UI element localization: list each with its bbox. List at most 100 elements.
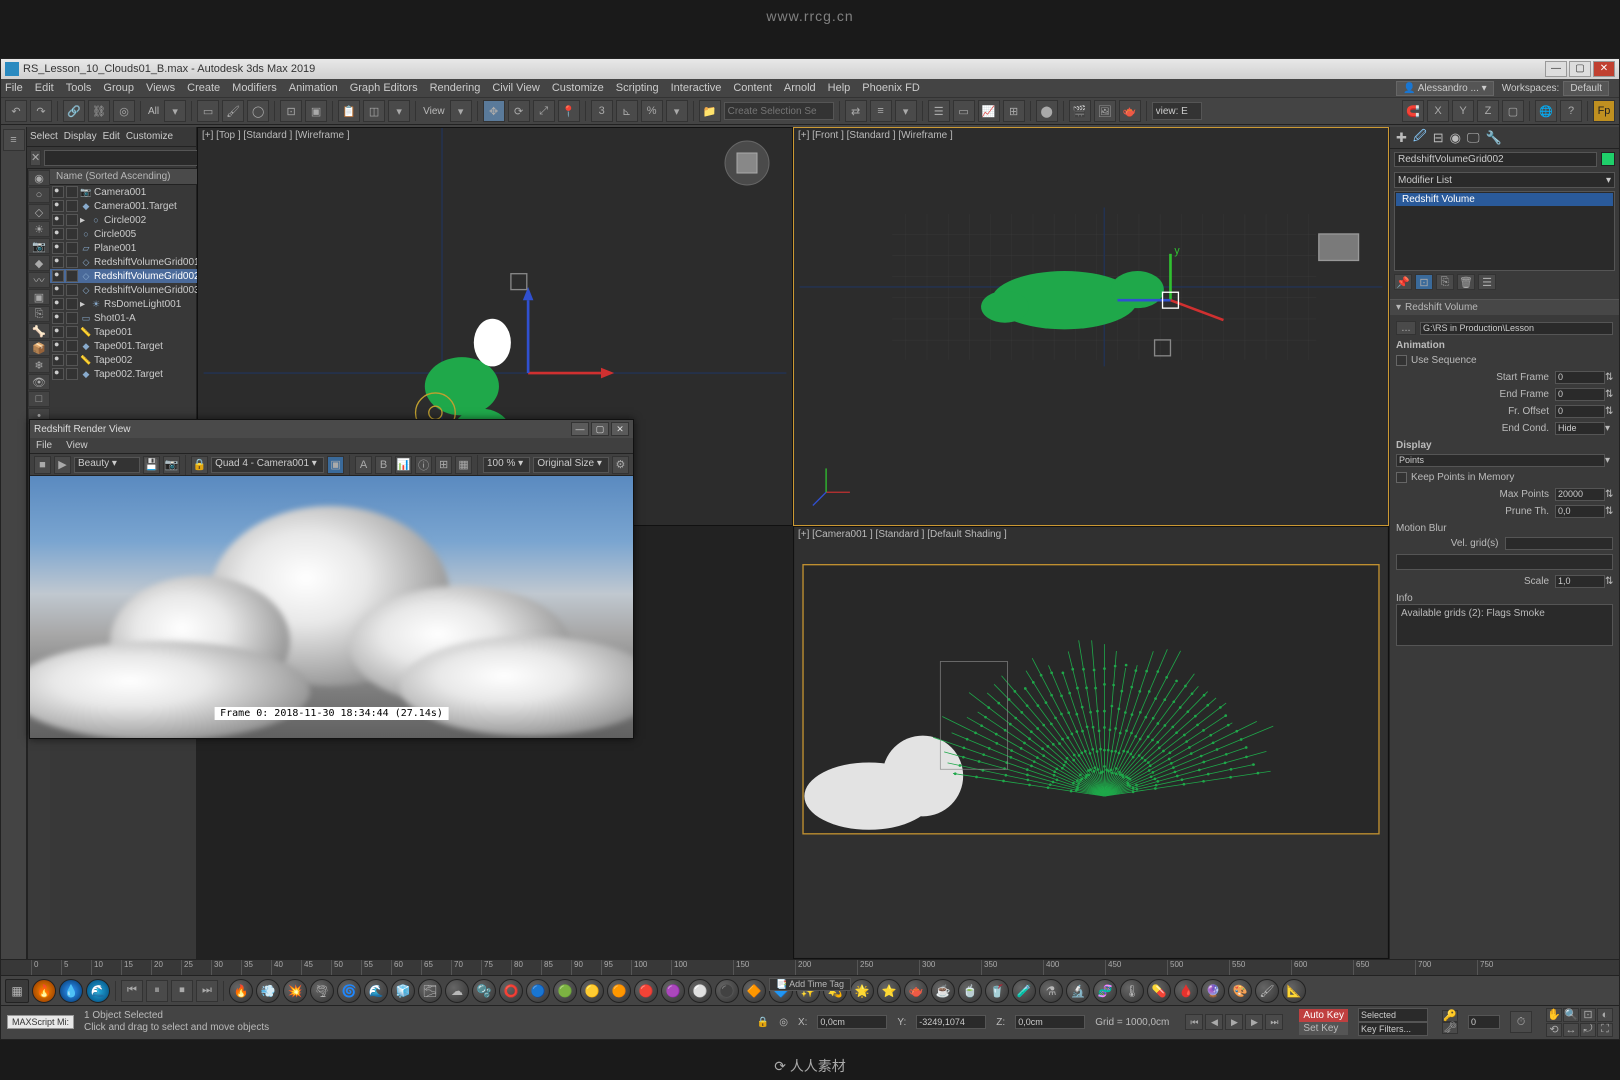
vp-pan-icon[interactable]: ✋ (1546, 1008, 1562, 1022)
rv-b-icon[interactable]: B (375, 456, 392, 474)
key-mode-select[interactable]: Selected (1358, 1008, 1428, 1022)
rollout-header[interactable]: ▾ Redshift Volume (1390, 300, 1619, 315)
shelf-preset-icon[interactable]: 🖌 (1255, 979, 1279, 1003)
menu-scripting[interactable]: Scripting (616, 82, 659, 94)
display-mode-select[interactable]: Points (1396, 454, 1605, 467)
help-button[interactable]: ? (1560, 100, 1582, 122)
current-frame-input[interactable] (1468, 1015, 1500, 1029)
shelf-preset-icon[interactable]: 📐 (1282, 979, 1306, 1003)
modifier-list-dropdown[interactable]: Modifier List▾ (1394, 172, 1615, 188)
scene-menu-edit[interactable]: Edit (103, 131, 120, 142)
menu-content[interactable]: Content (733, 82, 772, 94)
menu-tools[interactable]: Tools (66, 82, 92, 94)
lock-selection-icon[interactable]: 🔒 (757, 1017, 769, 1028)
viewport-camera[interactable]: [+] [Camera001 ] [Standard ] [Default Sh… (793, 526, 1389, 959)
motion-tab-icon[interactable]: ◉ (1450, 130, 1461, 146)
shelf-preset-icon[interactable]: ☁ (445, 979, 469, 1003)
redo-button[interactable]: ↷ (30, 100, 52, 122)
material-editor-button[interactable]: ⬤ (1036, 100, 1058, 122)
shelf-preset-icon[interactable]: 🎨 (1228, 979, 1252, 1003)
menu-create[interactable]: Create (187, 82, 220, 94)
menu-views[interactable]: Views (146, 82, 175, 94)
prev-frame-button[interactable]: ◀ (1205, 1014, 1223, 1030)
vel-grid-list[interactable] (1396, 554, 1613, 570)
rv-stop-button[interactable]: ■ (34, 456, 51, 474)
y-coord-input[interactable] (916, 1015, 986, 1029)
select-paint-button[interactable]: 🖌 (222, 100, 244, 122)
viewport-camera-label[interactable]: [+] [Camera001 ] [Standard ] [Default Sh… (798, 529, 1007, 540)
path-field[interactable]: G:\RS in Production\Lesson (1420, 322, 1613, 335)
manage-sets-button[interactable]: 📁 (699, 100, 721, 122)
user-account[interactable]: 👤 Alessandro ... ▾ (1396, 81, 1494, 96)
shelf-preset-icon[interactable]: ⭕ (499, 979, 523, 1003)
percent-snap-button[interactable]: % (641, 100, 663, 122)
scale-button[interactable]: ⤢ (533, 100, 555, 122)
vp-zoom-icon[interactable]: 🔍 (1563, 1008, 1579, 1022)
shelf-preset-icon[interactable]: 🟣 (661, 979, 685, 1003)
placement-button[interactable]: 📍 (558, 100, 580, 122)
rv-settings-icon[interactable]: ⚙ (612, 456, 629, 474)
autokey-toggle[interactable]: Auto Key (1299, 1009, 1348, 1022)
fr-offset-spinner[interactable] (1555, 405, 1605, 418)
filter-container-icon[interactable]: 📦 (28, 340, 50, 356)
selection-set-input[interactable] (724, 102, 834, 120)
shelf-preset-icon[interactable]: 🩸 (1174, 979, 1198, 1003)
undo-button[interactable]: ↶ (5, 100, 27, 122)
viewport-top-label[interactable]: [+] [Top ] [Standard ] [Wireframe ] (202, 130, 350, 141)
menu-phoenixfd[interactable]: Phoenix FD (862, 82, 919, 94)
scene-item[interactable]: ◆Tape001.Target (50, 339, 200, 353)
scene-item[interactable]: ◇RedshiftVolumeGrid003 (50, 283, 200, 297)
mirror-button[interactable]: ⇄ (845, 100, 867, 122)
rv-lock-icon[interactable]: 🔒 (191, 456, 208, 474)
rv-camera-select[interactable]: Quad 4 - Camera001 ▾ (211, 457, 324, 473)
rv-a-icon[interactable]: A (355, 456, 372, 474)
rv-snapshot-icon[interactable]: 📷 (163, 456, 180, 474)
rv-menu-view[interactable]: View (66, 440, 88, 451)
shelf-preset-icon[interactable]: 🧬 (1093, 979, 1117, 1003)
play-last-icon[interactable]: ⏭ (196, 980, 218, 1002)
maxscript-listener[interactable]: MAXScript Mi: (7, 1015, 74, 1029)
ref-coord-label[interactable]: View (421, 106, 447, 117)
goto-start-button[interactable]: ⏮ (1185, 1014, 1203, 1030)
object-name-field[interactable]: RedshiftVolumeGrid002 (1394, 152, 1597, 167)
utilities-tab-icon[interactable]: 🔧 (1486, 130, 1502, 146)
menu-customize[interactable]: Customize (552, 82, 604, 94)
rv-grid-icon[interactable]: ⊞ (435, 456, 452, 474)
angle-snap-button[interactable]: ⊾ (616, 100, 638, 122)
shelf-preset-icon[interactable]: 🌪 (310, 979, 334, 1003)
shelf-preset-icon[interactable]: 🔥 (229, 979, 253, 1003)
object-color-swatch[interactable] (1601, 152, 1615, 166)
scene-list-header[interactable]: Name (Sorted Ascending) (50, 169, 200, 185)
snap-button[interactable]: 3 (591, 100, 613, 122)
constraints-xy-button[interactable]: ▢ (1502, 100, 1524, 122)
end-frame-spinner[interactable] (1555, 388, 1605, 401)
select-by-name-button[interactable]: 📋 (338, 100, 360, 122)
vel-scale-spinner[interactable] (1555, 575, 1605, 588)
scene-item[interactable]: 📏Tape002 (50, 353, 200, 367)
play-stop-icon[interactable]: ⏹ (171, 980, 193, 1002)
toggle-ribbon-button[interactable]: ▭ (953, 100, 975, 122)
shelf-preset-icon[interactable]: 🔶 (742, 979, 766, 1003)
selection-region-button[interactable]: ◫ (363, 100, 385, 122)
menu-group[interactable]: Group (103, 82, 134, 94)
x-coord-input[interactable] (817, 1015, 887, 1029)
shelf-preset-icon[interactable]: 💨 (256, 979, 280, 1003)
vp-zoom-extents-icon[interactable]: ⊡ (1580, 1008, 1596, 1022)
viewport-front-label[interactable]: [+] [Front ] [Standard ] [Wireframe ] (798, 130, 953, 141)
vp-fov-icon[interactable]: ◐ (1597, 1008, 1613, 1022)
rotate-button[interactable]: ⟳ (508, 100, 530, 122)
select-button[interactable]: ▭ (197, 100, 219, 122)
shelf-ocean-icon[interactable]: 🌊 (86, 979, 110, 1003)
align-dropdown-icon[interactable]: ▾ (895, 100, 917, 122)
rv-region-icon[interactable]: ▣ (327, 456, 344, 474)
rv-menu-file[interactable]: File (36, 440, 52, 451)
rv-checker-icon[interactable]: ▦ (455, 456, 472, 474)
modifier-stack[interactable]: Redshift Volume (1394, 191, 1615, 271)
filter-shapes-icon[interactable]: ◇ (28, 204, 50, 220)
vp-maximize-icon[interactable]: ⛶ (1597, 1023, 1613, 1037)
shelf-preset-icon[interactable]: 🌀 (337, 979, 361, 1003)
close-button[interactable]: ✕ (1593, 61, 1615, 77)
constraints-z-button[interactable]: Z (1477, 100, 1499, 122)
rv-maximize-button[interactable]: ▢ (591, 422, 609, 436)
rv-close-button[interactable]: ✕ (611, 422, 629, 436)
